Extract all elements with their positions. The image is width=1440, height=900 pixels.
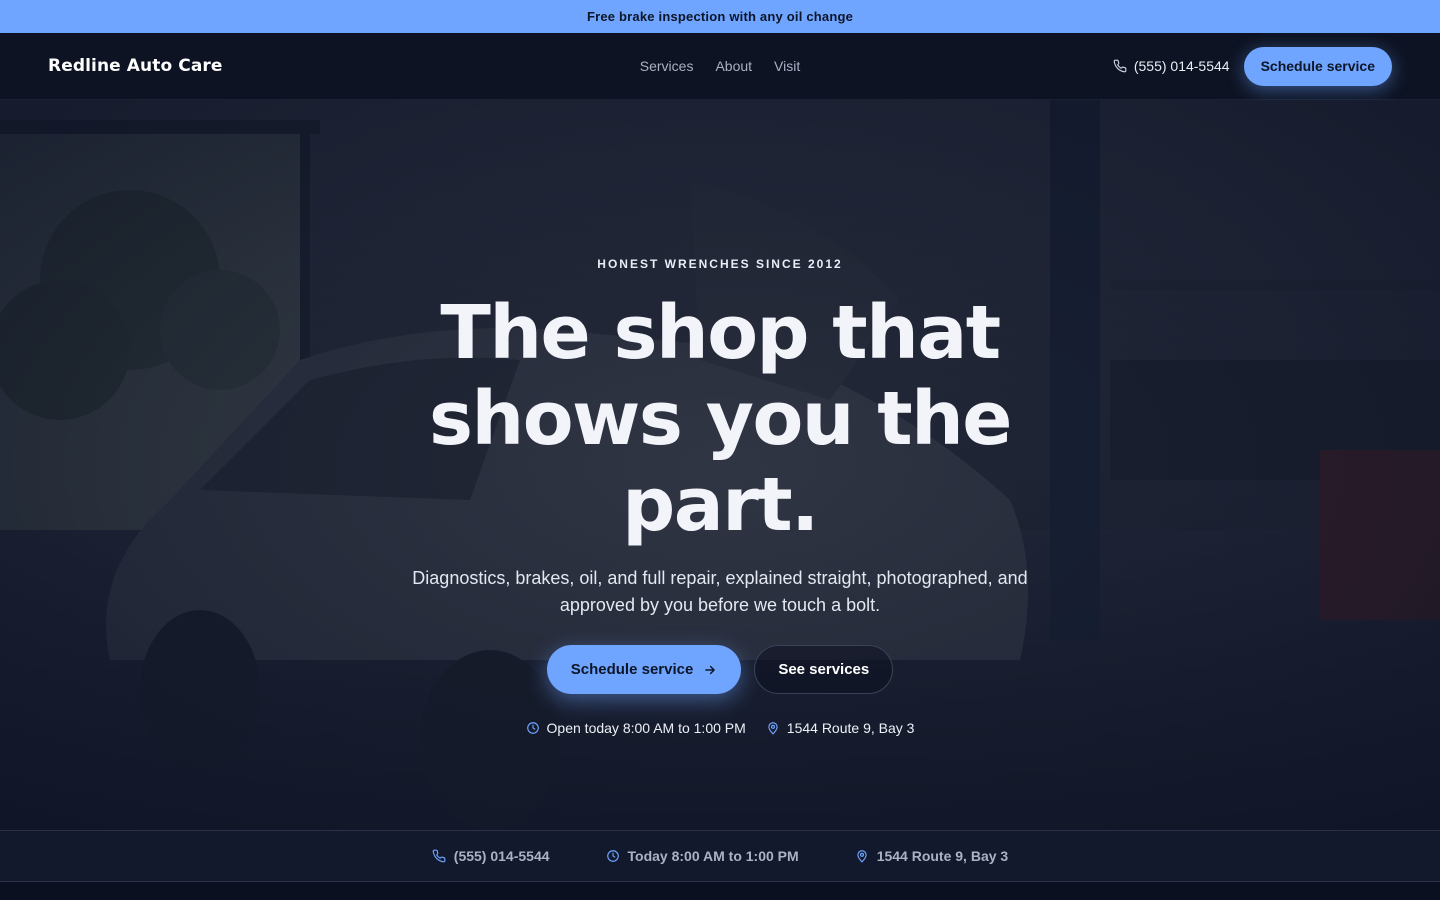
phone-icon (1113, 59, 1127, 73)
map-pin-icon (857, 850, 867, 863)
map-pin-icon (768, 722, 778, 735)
hero-hours-text: Open today 8:00 AM to 1:00 PM (546, 720, 746, 736)
infobar-hours: Today 8:00 AM to 1:00 PM (606, 848, 799, 864)
nav-phone-link[interactable]: (555) 014-5544 (1113, 58, 1230, 74)
infobar-address[interactable]: 1544 Route 9, Bay 3 (855, 848, 1009, 864)
schedule-service-label: Schedule service (570, 661, 694, 678)
schedule-service-button-nav[interactable]: Schedule service (1243, 46, 1392, 86)
arrow-right-icon (705, 665, 716, 674)
nav-right: (555) 014-5544 Schedule service (1113, 46, 1392, 86)
clock-icon (606, 850, 619, 862)
clock-icon (526, 722, 539, 734)
hero-hours: Open today 8:00 AM to 1:00 PM (526, 720, 746, 736)
nav-link-about[interactable]: About (715, 58, 752, 74)
nav-phone-text: (555) 014-5544 (1133, 58, 1230, 74)
schedule-service-button-hero[interactable]: Schedule service (546, 645, 742, 694)
hero-subtext: Diagnostics, brakes, oil, and full repai… (412, 568, 1028, 615)
hero-address-text: 1544 Route 9, Bay 3 (786, 720, 915, 736)
hero-meta: Open today 8:00 AM to 1:00 PM 1544 Route… (0, 720, 1440, 736)
hero-section: HONEST WRENCHES SINCE 2012 The shop that… (0, 100, 1440, 830)
infobar-address-text: 1544 Route 9, Bay 3 (876, 848, 1009, 864)
nav-link-services[interactable]: Services (640, 58, 694, 74)
infobar-phone[interactable]: (555) 014-5544 (432, 848, 550, 864)
phone-icon (432, 849, 446, 863)
info-bar: (555) 014-5544 Today 8:00 AM to 1:00 PM … (0, 830, 1440, 882)
infobar-hours-text: Today 8:00 AM to 1:00 PM (627, 848, 799, 864)
nav-link-visit[interactable]: Visit (774, 58, 800, 74)
site-logo[interactable]: Redline Auto Care (48, 56, 223, 76)
hero-cta-group: Schedule service See services (0, 645, 1440, 694)
infobar-phone-text: (555) 014-5544 (453, 848, 550, 864)
hero-content: HONEST WRENCHES SINCE 2012 The shop that… (0, 100, 1440, 830)
top-nav: Redline Auto Care Services About Visit (… (0, 33, 1440, 100)
promo-banner: Free brake inspection with any oil chang… (0, 0, 1440, 33)
hero-address: 1544 Route 9, Bay 3 (766, 720, 915, 736)
see-services-button[interactable]: See services (754, 645, 894, 694)
promo-text: Free brake inspection with any oil chang… (586, 9, 854, 24)
nav-links: Services About Visit (640, 58, 800, 74)
page-bottom-edge (0, 882, 1440, 900)
hero-headline: The shop that shows you the part. (428, 290, 1013, 548)
hero-eyebrow: HONEST WRENCHES SINCE 2012 (597, 257, 843, 271)
